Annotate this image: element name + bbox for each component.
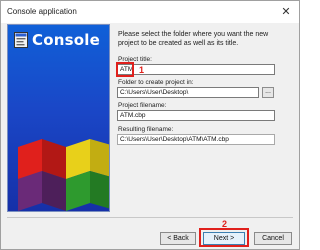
folder-input[interactable]: C:\Users\User\Desktop\ bbox=[117, 87, 259, 98]
cubes-graphic bbox=[18, 139, 109, 211]
window-title: Console application bbox=[7, 7, 77, 16]
logo-text: Console bbox=[32, 31, 100, 49]
folder-label: Folder to create project in: bbox=[118, 79, 194, 86]
project-filename-input[interactable]: ATM.cbp bbox=[117, 110, 275, 121]
instruction-text: Please select the folder where you want … bbox=[118, 31, 269, 47]
next-button[interactable]: Next > bbox=[203, 232, 245, 245]
close-icon[interactable]: ✕ bbox=[279, 5, 293, 19]
title-bar: Console application ✕ bbox=[1, 1, 299, 23]
wizard-banner: Console bbox=[7, 24, 110, 212]
resulting-filename-label: Resulting filename: bbox=[118, 126, 174, 133]
project-filename-label: Project filename: bbox=[118, 102, 167, 109]
browse-button[interactable]: ... bbox=[262, 87, 274, 98]
footer-separator bbox=[7, 217, 293, 218]
cancel-button[interactable]: Cancel bbox=[254, 232, 292, 245]
resulting-filename-field: C:\Users\User\Desktop\ATM\ATM.cbp bbox=[117, 134, 275, 145]
step1-highlight-box bbox=[116, 62, 134, 77]
wizard-window: Console application ✕ Console Please sel… bbox=[0, 0, 300, 250]
step1-number: 1 bbox=[139, 65, 145, 75]
back-button[interactable]: < Back bbox=[160, 232, 196, 245]
console-window-icon bbox=[14, 32, 28, 48]
console-logo: Console bbox=[12, 30, 106, 52]
